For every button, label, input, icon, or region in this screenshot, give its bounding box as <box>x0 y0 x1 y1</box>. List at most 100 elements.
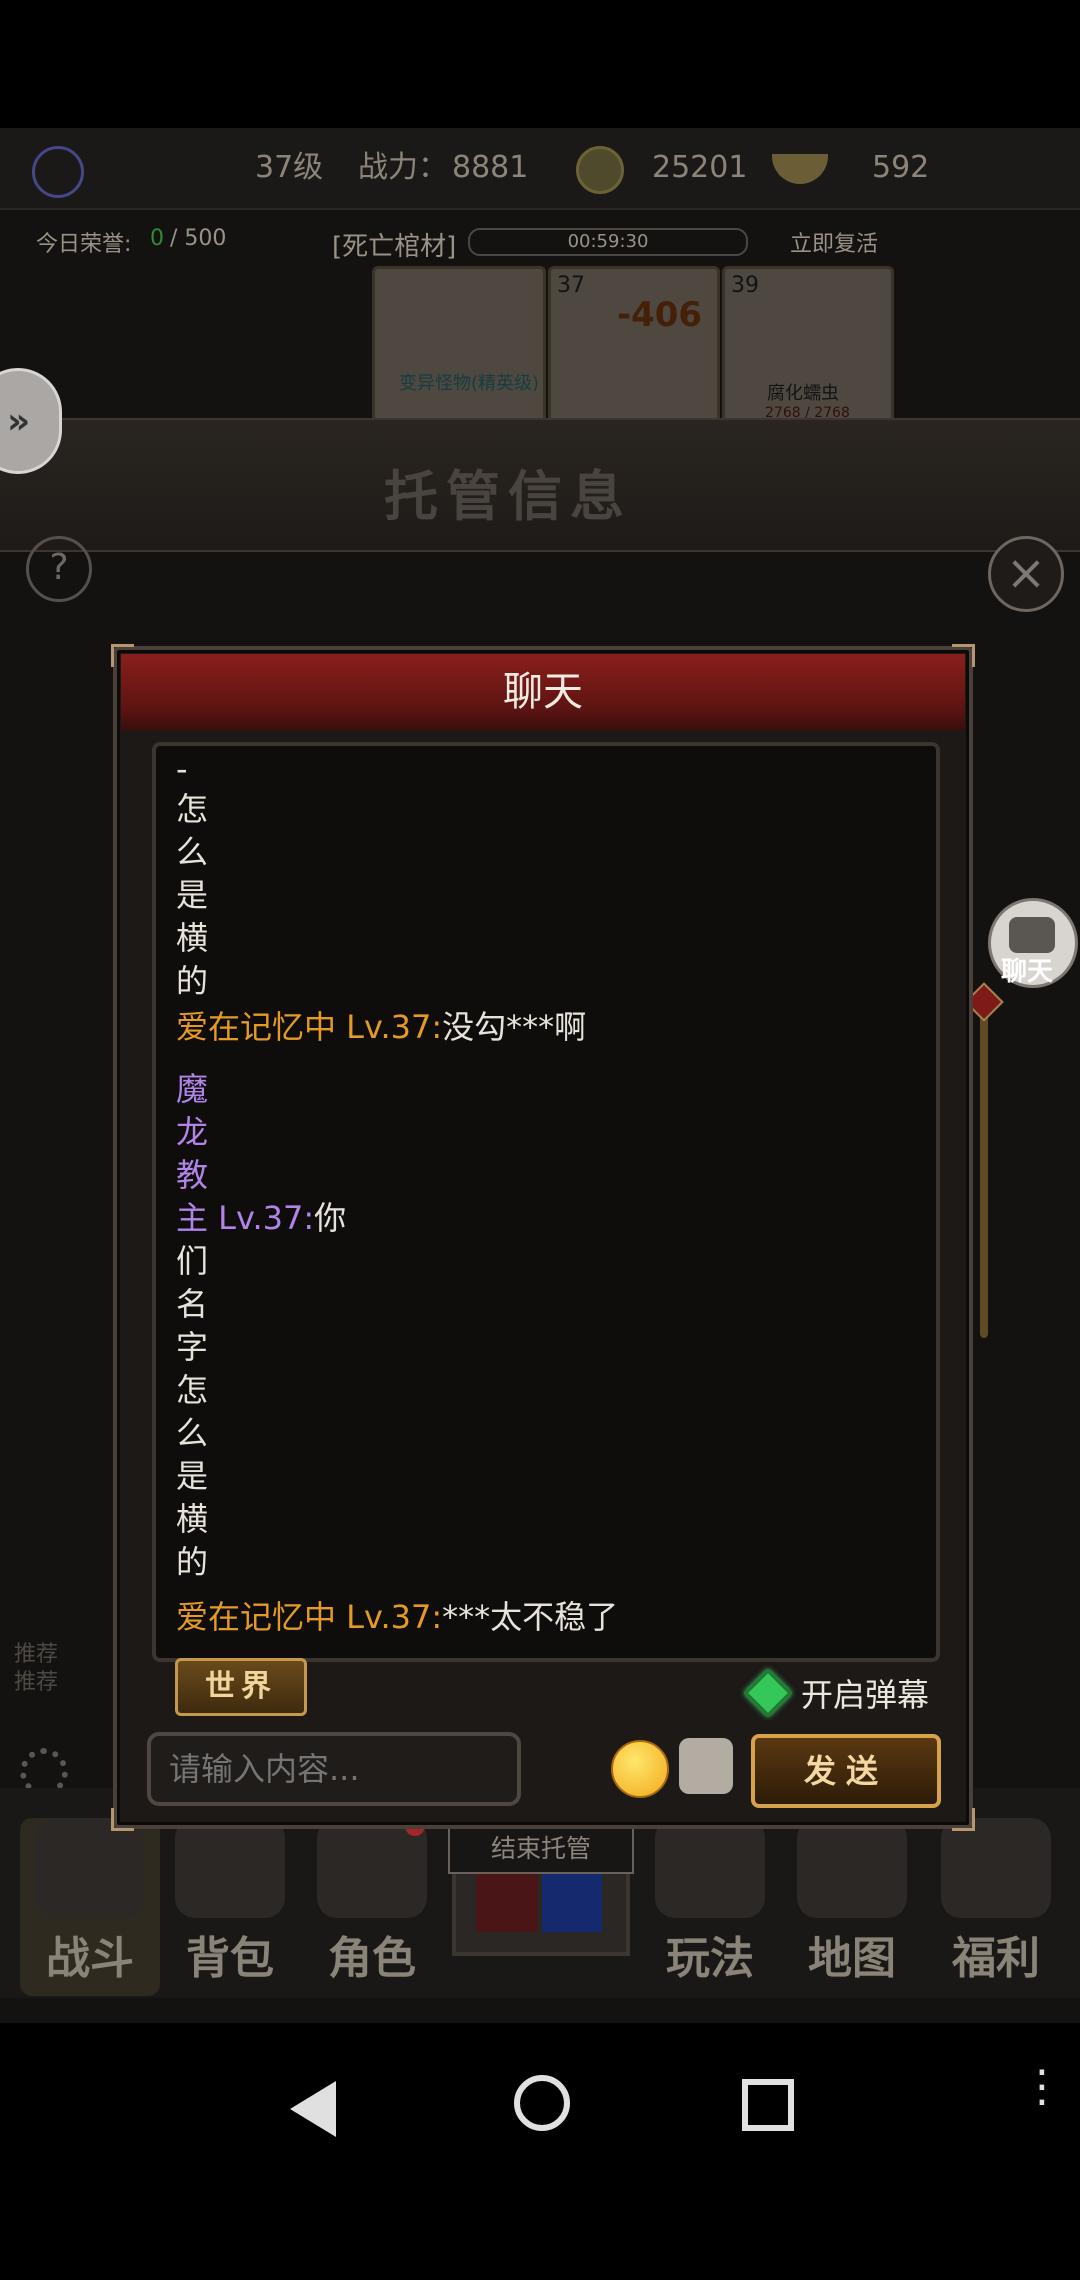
chat-message-line: 教 <box>176 1156 209 1194</box>
recents-square-icon[interactable] <box>742 2079 794 2131</box>
nav-label: 地图 <box>808 1933 896 1984</box>
honor-label: 今日荣誉: <box>36 232 132 257</box>
chat-text: 你 <box>314 1199 347 1237</box>
monster-card[interactable]: 37 -406 <box>548 266 720 432</box>
recommend-label: 推荐 <box>14 1670 59 1695</box>
world-channel-tab[interactable]: 世界 <box>175 1658 307 1716</box>
frame-corner <box>952 644 975 667</box>
top-resource-bar: 37级 战力： 8881 25201 592 <box>0 128 1080 210</box>
chat-message-line: 龙 <box>176 1113 209 1151</box>
hosting-banner: 托管信息 <box>0 418 1080 552</box>
honor-max: / 500 <box>170 226 227 251</box>
chat-message-line: 是 <box>176 876 209 914</box>
drop-item-name: [死亡棺材] <box>332 232 457 262</box>
ingot-amount: 592 <box>872 150 930 185</box>
home-circle-icon[interactable] <box>514 2075 570 2131</box>
chat-side-button[interactable]: 聊天 <box>988 898 1078 988</box>
green-gem-icon <box>743 1668 793 1718</box>
danmu-label: 开启弹幕 <box>801 1676 930 1714</box>
nav-label: 战斗 <box>46 1933 134 1984</box>
chat-sender[interactable]: 爱在记忆中 Lv.37: <box>176 1008 442 1046</box>
nav-bag[interactable]: 背包 <box>160 1818 300 1986</box>
banner-title: 托管信息 <box>384 465 632 528</box>
nav-character[interactable]: 角色 <box>302 1818 442 1986</box>
map-icon <box>797 1818 907 1918</box>
chat-message-list[interactable]: - 怎么是横的爱在记忆中 Lv.37:没勾***啊魔龙教主 Lv.37:你们名字怎… <box>152 742 940 1662</box>
revive-now-link[interactable]: 立即复活 <box>790 226 878 258</box>
chat-message-line: 横 <box>176 919 209 957</box>
chat-message-line: 爱在记忆中 Lv.37:没勾***啊 <box>176 1006 586 1049</box>
nav-map[interactable]: 地图 <box>782 1818 922 1986</box>
status-bar <box>0 0 1080 128</box>
chat-message-line: 怎 <box>176 790 209 828</box>
chat-scroll-track[interactable] <box>980 998 988 1338</box>
chat-message-line: 横 <box>176 1500 209 1538</box>
nav-label: 角色 <box>328 1933 416 1984</box>
chat-message-line: 的 <box>176 1543 209 1581</box>
android-nav-bar: ⋮ <box>0 2023 1080 2280</box>
chat-message-line: 么 <box>176 1414 209 1452</box>
power-value: 8881 <box>452 150 529 185</box>
coin-add-icon[interactable] <box>576 146 624 194</box>
back-triangle-icon[interactable] <box>290 2081 336 2137</box>
chat-title: 聊天 <box>121 654 965 730</box>
chat-message-line: 字 <box>176 1328 209 1366</box>
chat-sender[interactable]: 爱在记忆中 Lv.37: <box>176 1598 442 1636</box>
player-level: 37级 <box>255 150 324 185</box>
revive-timer-bar: 00:59:30 <box>468 228 748 256</box>
treasure-chest-icon <box>941 1818 1051 1918</box>
chat-bubbles-icon <box>1009 917 1055 953</box>
monster-name: 变异怪物(精英级) <box>399 373 540 394</box>
help-button[interactable]: ? <box>26 536 92 602</box>
nav-label: 玩法 <box>666 1933 754 1984</box>
nav-label: 背包 <box>186 1933 274 1984</box>
chat-input[interactable] <box>147 1732 521 1806</box>
nav-gameplay[interactable]: 玩法 <box>640 1818 780 1986</box>
chat-message-line: 是 <box>176 1457 209 1495</box>
monster-card[interactable]: 变异怪物(精英级) <box>372 266 546 432</box>
game-screen: 37级 战力： 8881 25201 592 今日荣誉: 0 / 500 [死亡… <box>0 128 1080 2023</box>
chat-message-line: 怎 <box>176 1371 209 1409</box>
monster-level: 39 <box>731 273 759 298</box>
crossed-swords-icon <box>35 1818 145 1918</box>
chat-text: ***太不稳了 <box>442 1598 619 1636</box>
chat-message-line: 的 <box>176 962 209 1000</box>
power-label: 战力： <box>358 150 448 185</box>
backpack-icon <box>175 1818 285 1918</box>
chat-side-label: 聊天 <box>1001 957 1054 987</box>
sword-swirl-icon <box>655 1818 765 1918</box>
chat-text: 没勾***啊 <box>442 1008 587 1046</box>
honor-row: 今日荣誉: 0 / 500 [死亡棺材] 00:59:30 立即复活 <box>0 216 1080 266</box>
chat-message-line: 名 <box>176 1285 209 1323</box>
monster-card[interactable]: 39 腐化蠕虫 2768 / 2768 <box>722 266 894 432</box>
chat-message-line: - <box>176 750 188 788</box>
ingot-icon <box>772 154 828 184</box>
close-button[interactable]: × <box>988 536 1064 612</box>
nav-label: 福利 <box>952 1933 1040 1984</box>
more-vertical-icon[interactable]: ⋮ <box>1020 2065 1064 2109</box>
double-chevron-right-icon: » <box>7 401 31 442</box>
guild-emblem-icon[interactable] <box>32 146 84 198</box>
chat-sender[interactable]: 主 Lv.37: <box>176 1199 314 1237</box>
nav-welfare[interactable]: 福利 <box>926 1818 1066 1986</box>
emoji-grin-icon[interactable] <box>611 1740 669 1798</box>
chat-dialog: 聊天 - 怎么是横的爱在记忆中 Lv.37:没勾***啊魔龙教主 Lv.37:你们… <box>111 644 975 1831</box>
coin-amount: 25201 <box>652 150 748 185</box>
revive-timer: 00:59:30 <box>567 231 649 252</box>
send-button[interactable]: 发送 <box>751 1734 941 1808</box>
honor-current: 0 <box>150 226 164 251</box>
nav-battle[interactable]: 战斗 <box>20 1818 160 1996</box>
chat-message-line: 主 Lv.37:你 <box>176 1197 346 1240</box>
item-bag-icon[interactable] <box>679 1738 733 1794</box>
chat-message-line: 爱在记忆中 Lv.37:***太不稳了 <box>176 1596 618 1639</box>
chat-message-line: 么 <box>176 833 209 871</box>
end-hosting-button[interactable]: 结束托管 <box>448 1824 634 1874</box>
chat-message-line: 魔 <box>176 1070 209 1108</box>
chat-message-line: 们 <box>176 1242 209 1280</box>
monster-level: 37 <box>557 273 585 298</box>
monster-name: 腐化蠕虫 <box>767 383 839 404</box>
frame-corner <box>111 1808 134 1831</box>
damage-number: -406 <box>617 295 703 335</box>
danmu-toggle[interactable]: 开启弹幕 <box>743 1668 930 1718</box>
frame-corner <box>952 1808 975 1831</box>
